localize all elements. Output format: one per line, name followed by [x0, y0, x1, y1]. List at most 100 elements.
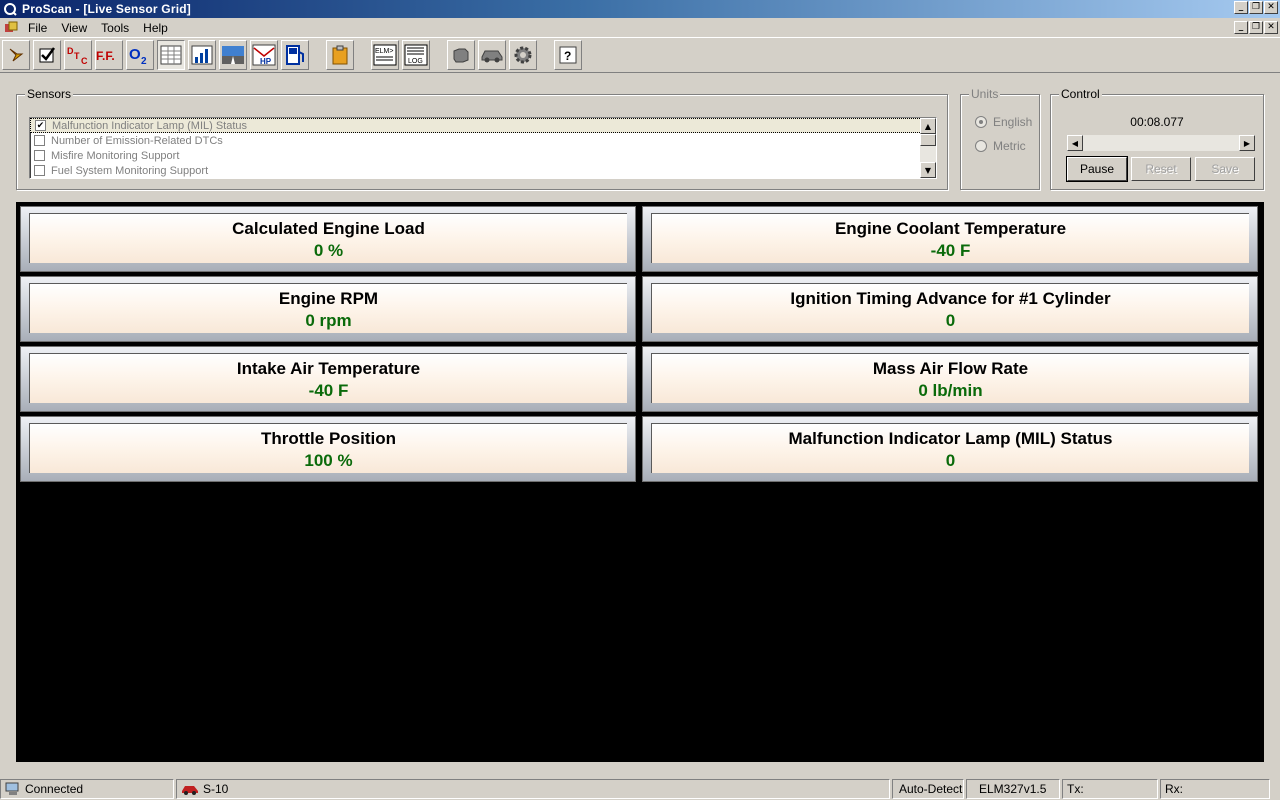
english-label: English: [993, 115, 1033, 129]
playback-scrollbar[interactable]: ◀ ▶: [1067, 135, 1255, 151]
dtc-button[interactable]: DTC: [64, 40, 92, 70]
sensor-label: Fuel System Monitoring Support: [51, 164, 209, 177]
sensor-checkbox[interactable]: [34, 150, 45, 161]
metric-label: Metric: [993, 139, 1026, 153]
sensor-grid: Calculated Engine Load 0 % Engine Coolan…: [16, 202, 1264, 762]
fuel-button[interactable]: [281, 40, 309, 70]
english-radio-option[interactable]: English: [975, 115, 1032, 129]
close-button[interactable]: ✕: [1264, 1, 1278, 14]
save-button[interactable]: Save: [1195, 157, 1255, 181]
menu-tools[interactable]: Tools: [94, 21, 136, 35]
menu-help[interactable]: Help: [136, 21, 175, 35]
mdi-restore-button[interactable]: ❐: [1249, 21, 1263, 34]
mdi-close-button[interactable]: ✕: [1264, 21, 1278, 34]
test-button[interactable]: [33, 40, 61, 70]
sensor-grid-button[interactable]: [157, 40, 185, 70]
control-group: Control 00:08.077 ◀ ▶ Pause Reset Save: [1050, 87, 1264, 190]
sensor-value: 0: [945, 451, 956, 470]
sensor-value: 0: [945, 311, 956, 330]
engine-button[interactable]: [447, 40, 475, 70]
elm-terminal-button[interactable]: ELM>: [371, 40, 399, 70]
list-item[interactable]: Fuel System Monitoring Support: [30, 163, 936, 178]
control-group-label: Control: [1059, 87, 1102, 101]
interface-status: ELM327v1.5: [966, 779, 1060, 799]
metric-radio-option[interactable]: Metric: [975, 139, 1026, 153]
units-group: Units English Metric: [960, 87, 1040, 190]
reset-button[interactable]: Reset: [1131, 157, 1191, 181]
horsepower-button[interactable]: HP: [250, 40, 278, 70]
rx-status: Rx:: [1160, 779, 1270, 799]
connect-button[interactable]: [2, 40, 30, 70]
car-icon: [182, 786, 198, 795]
gear-icon: [514, 46, 532, 64]
freeze-frame-icon: F.F.: [96, 49, 115, 63]
sensor-list-scrollbar[interactable]: ▲ ▼: [920, 118, 936, 178]
o2-button[interactable]: O2: [126, 40, 154, 70]
sensor-label: Misfire Monitoring Support: [51, 149, 180, 162]
sensor-value: 0 rpm: [305, 311, 352, 330]
sensor-name: Malfunction Indicator Lamp (MIL) Status: [788, 429, 1113, 448]
app-icon: [2, 1, 18, 17]
status-bar: Connected S-10 Auto-Detect ELM327v1.5 Tx…: [0, 779, 1280, 800]
sensor-tile[interactable]: Engine RPM 0 rpm: [20, 276, 636, 342]
sensor-checkbox[interactable]: ✔: [35, 120, 46, 131]
sensor-tile[interactable]: Engine Coolant Temperature -40 F: [642, 206, 1258, 272]
menu-view[interactable]: View: [54, 21, 94, 35]
computer-icon: [5, 782, 19, 795]
list-item[interactable]: Number of Emission-Related DTCs: [30, 133, 936, 148]
svg-text:O: O: [129, 46, 141, 63]
metric-radio[interactable]: [975, 140, 987, 152]
title-bar[interactable]: ProScan - [Live Sensor Grid] _ ❐ ✕: [0, 0, 1280, 18]
dashboard-icon: [222, 46, 244, 64]
car-button[interactable]: [478, 40, 506, 70]
svg-text:C: C: [81, 56, 88, 66]
sensor-name: Engine Coolant Temperature: [834, 219, 1067, 238]
mdi-minimize-button[interactable]: _: [1234, 21, 1248, 34]
sensor-value: -40 F: [308, 381, 349, 400]
sensor-tile[interactable]: Malfunction Indicator Lamp (MIL) Status …: [642, 416, 1258, 482]
pause-button[interactable]: Pause: [1066, 156, 1128, 182]
sensor-checkbox[interactable]: [34, 165, 45, 176]
restore-button[interactable]: ❐: [1249, 1, 1263, 14]
list-item[interactable]: Misfire Monitoring Support: [30, 148, 936, 163]
checkmark-icon: [39, 47, 56, 63]
clipboard-button[interactable]: [326, 40, 354, 70]
list-item[interactable]: ✔ Malfunction Indicator Lamp (MIL) Statu…: [30, 118, 936, 133]
sensor-value: 0 lb/min: [918, 381, 983, 400]
menu-file[interactable]: File: [21, 21, 54, 35]
dashboard-button[interactable]: [219, 40, 247, 70]
help-button[interactable]: ?: [554, 40, 582, 70]
window-title: ProScan - [Live Sensor Grid]: [22, 2, 191, 16]
scroll-right-arrow-icon[interactable]: ▶: [1239, 135, 1255, 151]
sensor-name: Mass Air Flow Rate: [872, 359, 1029, 378]
scroll-thumb[interactable]: [920, 134, 936, 146]
scroll-left-arrow-icon[interactable]: ◀: [1067, 135, 1083, 151]
scroll-down-arrow-icon[interactable]: ▼: [920, 162, 936, 178]
sensor-label: Number of Emission-Related DTCs: [51, 134, 223, 147]
svg-text:T: T: [74, 51, 80, 61]
graph-button[interactable]: [188, 40, 216, 70]
sensor-tile[interactable]: Ignition Timing Advance for #1 Cylinder …: [642, 276, 1258, 342]
settings-button[interactable]: [509, 40, 537, 70]
scroll-up-arrow-icon[interactable]: ▲: [920, 118, 936, 134]
english-radio[interactable]: [975, 116, 987, 128]
sensor-tile[interactable]: Intake Air Temperature -40 F: [20, 346, 636, 412]
sensor-tile[interactable]: Mass Air Flow Rate 0 lb/min: [642, 346, 1258, 412]
minimize-button[interactable]: _: [1234, 1, 1248, 14]
svg-text:LOG: LOG: [408, 58, 423, 65]
document-icon[interactable]: [3, 20, 19, 36]
dtc-icon: DTC: [67, 46, 88, 66]
clipboard-icon: [332, 45, 348, 65]
log-button[interactable]: LOG: [402, 40, 430, 70]
graph-icon: [191, 45, 213, 65]
connection-status: Connected: [0, 779, 174, 799]
sensor-tile[interactable]: Calculated Engine Load 0 %: [20, 206, 636, 272]
svg-text:D: D: [67, 46, 74, 56]
engine-icon: [453, 48, 469, 63]
sensors-group-label: Sensors: [25, 87, 74, 101]
freeze-frame-button[interactable]: F.F.: [95, 40, 123, 70]
sensor-checkbox[interactable]: [34, 135, 45, 146]
svg-text:F.F.: F.F.: [96, 49, 115, 63]
sensor-list[interactable]: ✔ Malfunction Indicator Lamp (MIL) Statu…: [29, 117, 937, 179]
sensor-tile[interactable]: Throttle Position 100 %: [20, 416, 636, 482]
